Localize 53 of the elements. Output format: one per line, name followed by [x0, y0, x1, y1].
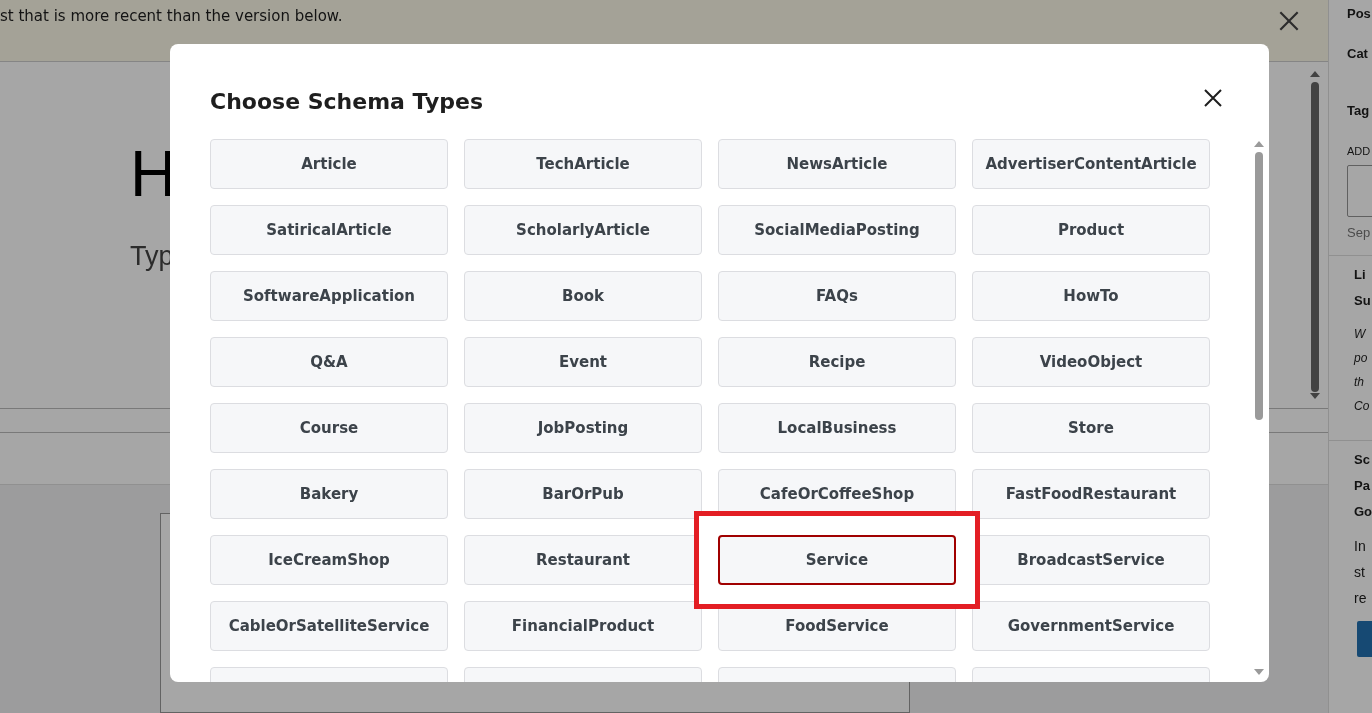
schema-type-button[interactable]: IceCreamShop: [210, 535, 448, 585]
panel-text: Co: [1354, 397, 1371, 415]
schema-type-button[interactable]: Article: [210, 139, 448, 189]
modal-title: Choose Schema Types: [210, 87, 484, 116]
scroll-down-arrow-icon[interactable]: [1253, 668, 1265, 676]
tag-hint: Sep: [1347, 224, 1372, 242]
schema-type-button[interactable]: FAQs: [718, 271, 956, 321]
schema-type-button[interactable]: HowTo: [972, 271, 1210, 321]
scrollbar-thumb[interactable]: [1255, 152, 1263, 420]
schema-type-button[interactable]: FastFoodRestaurant: [972, 469, 1210, 519]
schema-type-button[interactable]: LocalBusiness: [718, 403, 956, 453]
schema-type-button[interactable]: TechArticle: [464, 139, 702, 189]
panel-heading: Go: [1354, 502, 1372, 521]
schema-type-button[interactable]: Book: [464, 271, 702, 321]
schema-type-button[interactable]: Product: [972, 205, 1210, 255]
sidebar-tab[interactable]: Pos: [1347, 4, 1372, 24]
schema-type-button[interactable]: Store: [972, 403, 1210, 453]
schema-type-button[interactable]: Bakery: [210, 469, 448, 519]
panel-heading: Li: [1354, 265, 1367, 284]
sidebar-section-title[interactable]: Cat: [1347, 43, 1372, 63]
panel-heading: Sc: [1354, 450, 1371, 469]
schema-type-button[interactable]: AdvertiserContentArticle: [972, 139, 1210, 189]
panel-heading: Pa: [1354, 476, 1371, 495]
action-button[interactable]: [1357, 620, 1372, 657]
scroll-down-arrow-icon[interactable]: [1309, 392, 1321, 401]
schema-type-button[interactable]: SocialMediaPosting: [718, 205, 956, 255]
schema-type-button[interactable]: Service: [718, 535, 956, 585]
schema-type-button[interactable]: NewsArticle: [718, 139, 956, 189]
schema-type-button[interactable]: BarOrPub: [464, 469, 702, 519]
schema-type-button[interactable]: Recipe: [718, 337, 956, 387]
schema-type-button[interactable]: Event: [464, 337, 702, 387]
panel-text: re: [1354, 588, 1368, 608]
panel-text: po: [1354, 349, 1369, 367]
schema-type-button[interactable]: Q&A: [210, 337, 448, 387]
panel-text: In: [1354, 536, 1367, 556]
scroll-up-arrow-icon[interactable]: [1253, 140, 1265, 148]
panel-text: W: [1354, 325, 1367, 343]
panel-text: st: [1354, 562, 1366, 582]
schema-type-button[interactable]: SoftwareApplication: [210, 271, 448, 321]
add-tag-label: ADD: [1347, 143, 1372, 159]
schema-type-button[interactable]: VideoObject: [972, 337, 1210, 387]
schema-type-button[interactable]: JobPosting: [464, 403, 702, 453]
panel-heading: Su: [1354, 291, 1372, 310]
scroll-up-arrow-icon[interactable]: [1309, 70, 1321, 79]
notice-text: st that is more recent than the version below.: [0, 6, 343, 27]
panel-text: th: [1354, 373, 1365, 391]
tags-heading[interactable]: Tag: [1347, 101, 1372, 121]
schema-type-button[interactable]: ScholarlyArticle: [464, 205, 702, 255]
schema-type-button[interactable]: SatiricalArticle: [210, 205, 448, 255]
schema-type-button[interactable]: FinancialProduct: [464, 601, 702, 651]
schema-type-button[interactable]: CableOrSatelliteService: [210, 601, 448, 651]
schema-type-button[interactable]: Course: [210, 403, 448, 453]
schema-type-button[interactable]: GovernmentService: [972, 601, 1210, 651]
